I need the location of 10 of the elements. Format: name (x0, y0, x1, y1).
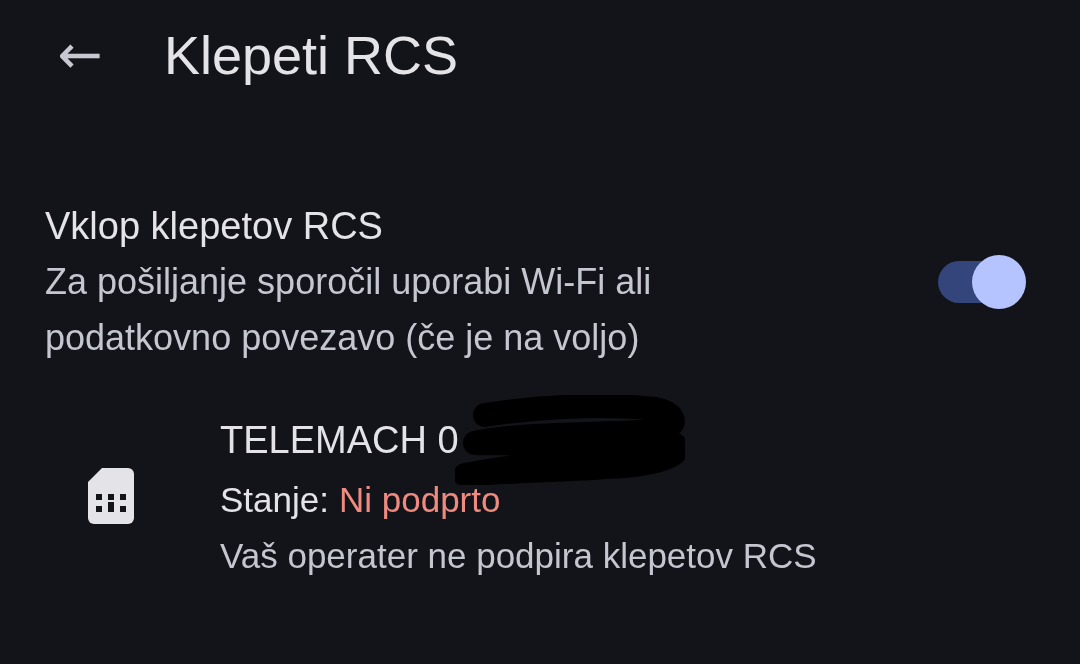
status-value: Ni podprto (338, 480, 501, 519)
sim-card-icon (88, 468, 134, 524)
sim-name: TELEMACH 0 (220, 418, 459, 462)
status-label: Stanje: (220, 480, 329, 519)
rcs-toggle[interactable] (938, 254, 1028, 310)
setting-description: Za pošiljanje sporočil uporabi Wi-Fi ali podatkovno povezavo (če je na voljo) (45, 260, 653, 360)
back-button[interactable]: ← (48, 28, 112, 82)
page-title: Klepeti RCS (164, 24, 459, 86)
status-note: Vaš operater ne podpira klepetov RCS (220, 535, 817, 577)
setting-title: Vklop klepetov RCS (45, 204, 384, 249)
